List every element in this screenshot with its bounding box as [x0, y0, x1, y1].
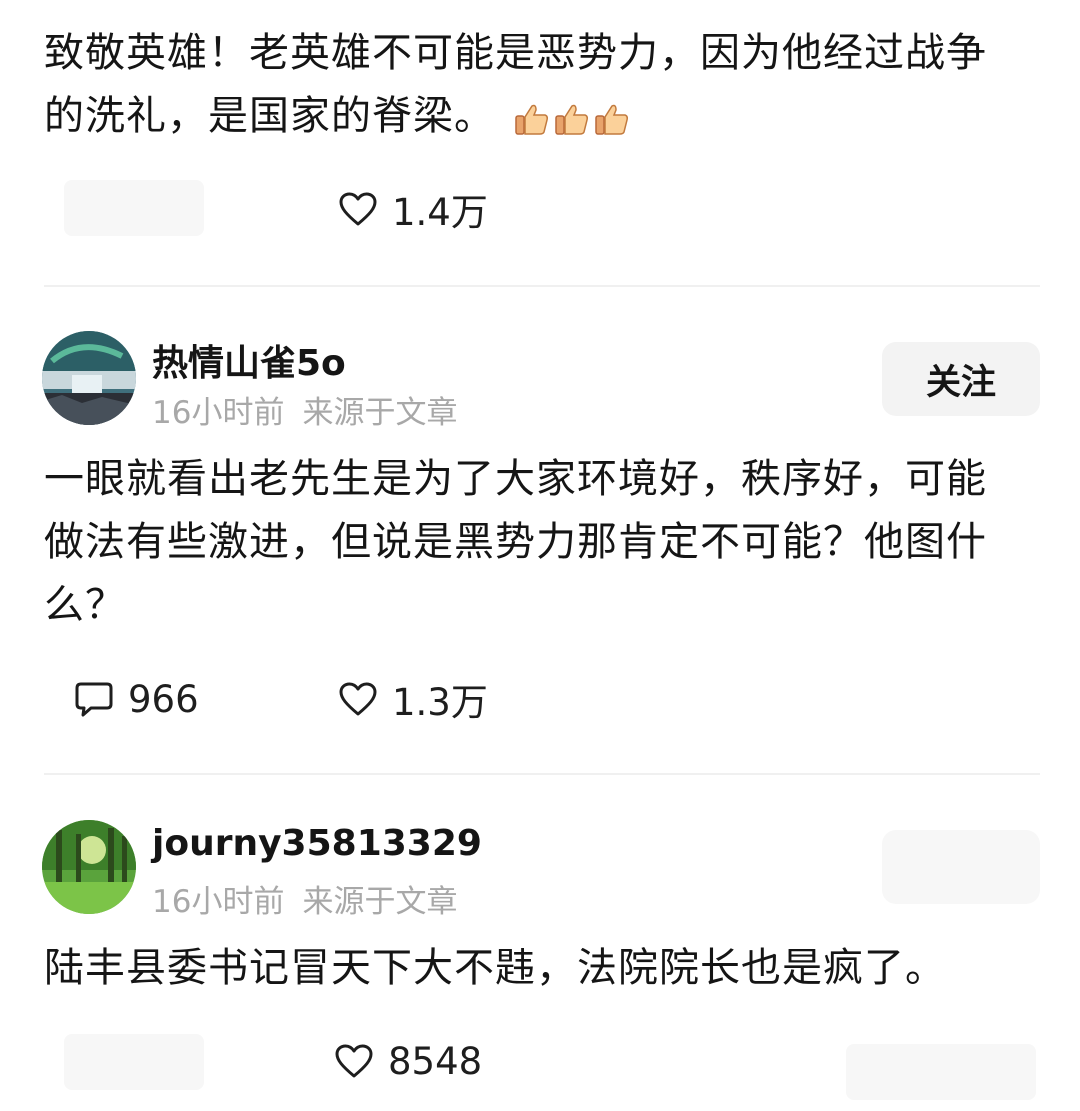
comment-meta: 16小时前 来源于文章 — [152, 876, 475, 921]
heart-outline-icon — [339, 682, 377, 716]
avatar-forest-image — [42, 820, 136, 914]
comment-2-reply-button[interactable]: 966 — [74, 674, 199, 724]
source-label: 来源于文章 — [302, 884, 458, 920]
like-count: 1.4万 — [392, 191, 488, 234]
faded-action-placeholder — [846, 1044, 1036, 1100]
heart-outline-icon — [335, 1044, 373, 1078]
comment-3-text: 陆丰县委书记冒天下大不韪，法院院长也是疯了。 — [44, 945, 946, 991]
thumbs-up-emoji-icon — [595, 104, 628, 135]
faded-reply-placeholder — [64, 1034, 204, 1090]
comment-1-text: 致敬英雄！老英雄不可能是恶势力，因为他经过战争的洗礼，是国家的脊梁。 — [44, 22, 1024, 150]
like-count: 8548 — [388, 1039, 483, 1083]
divider — [44, 285, 1040, 287]
reply-count: 966 — [128, 677, 199, 721]
avatar-landscape-image — [42, 331, 136, 425]
comment-meta: 16小时前 来源于文章 — [152, 387, 475, 432]
timestamp: 16小时前 — [152, 395, 285, 431]
follow-button-placeholder[interactable] — [882, 830, 1040, 904]
speech-bubble-icon — [75, 682, 113, 717]
avatar[interactable] — [42, 331, 136, 425]
username[interactable]: journy35813329 — [152, 823, 482, 864]
comment-2-like-button[interactable]: 1.3万 — [338, 674, 488, 724]
comment-2-text: 一眼就看出老先生是为了大家环境好，秩序好，可能做法有些激进，但说是黑势力那肯定不… — [44, 456, 987, 628]
thumbs-up-emoji-icon — [555, 104, 588, 135]
heart-outline-icon — [339, 192, 377, 226]
thumbs-up-emoji-group — [513, 87, 633, 150]
username[interactable]: 热情山雀5o — [152, 334, 346, 386]
comment-3-like-button[interactable]: 8548 — [334, 1036, 482, 1086]
source-label: 来源于文章 — [302, 395, 458, 431]
like-count: 1.3万 — [392, 681, 488, 724]
faded-reply-placeholder — [64, 180, 204, 236]
comment-1-like-button[interactable]: 1.4万 — [338, 184, 488, 234]
follow-button[interactable]: 关注 — [882, 342, 1040, 416]
timestamp: 16小时前 — [152, 884, 285, 920]
avatar[interactable] — [42, 820, 136, 914]
divider — [44, 773, 1040, 775]
thumbs-up-emoji-icon — [515, 104, 548, 135]
